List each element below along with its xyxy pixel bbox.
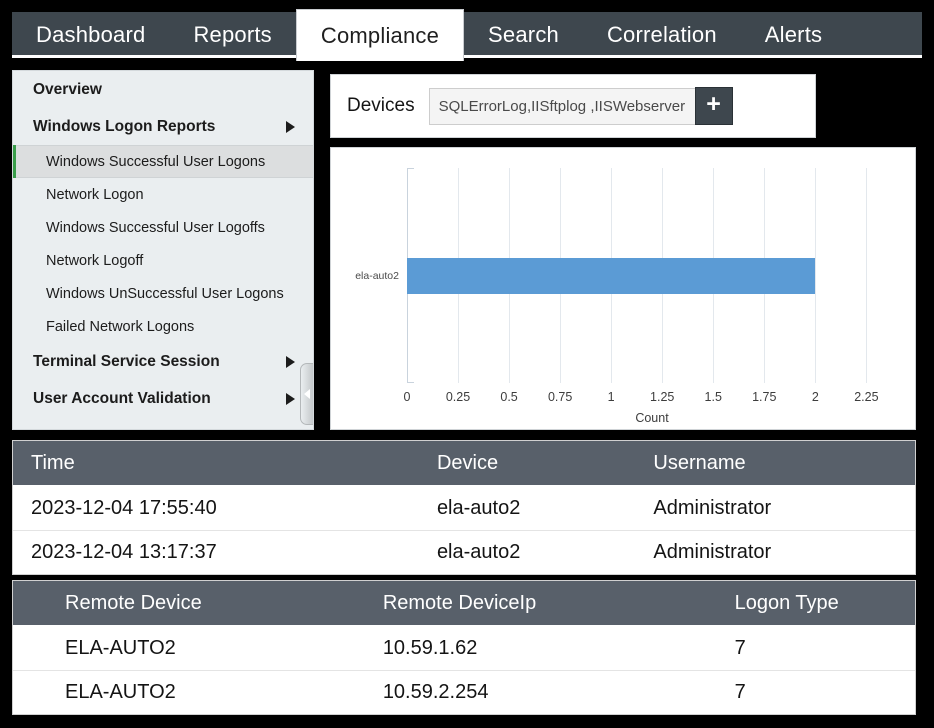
- tab-alerts[interactable]: Alerts: [741, 12, 846, 58]
- chart-gridline: [866, 168, 868, 383]
- chart-x-tick-label: 1: [607, 390, 615, 404]
- cell-time: 2023-12-04 13:17:37: [13, 530, 437, 574]
- chevron-right-icon: [286, 120, 295, 133]
- chart-x-tick-label: 0: [403, 390, 411, 404]
- remote-device-table-panel: Remote Device Remote DeviceIp Logon Type…: [12, 580, 916, 715]
- sidebar-item-label: Windows UnSuccessful User Logons: [46, 285, 284, 302]
- add-device-button[interactable]: +: [694, 87, 733, 125]
- column-header-device[interactable]: Device: [436, 441, 654, 487]
- chart-x-tick-label: 1.75: [752, 390, 777, 404]
- tab-reports[interactable]: Reports: [169, 12, 295, 58]
- cell-username: Administrator: [653, 530, 915, 574]
- sidebar-item-network-logon[interactable]: Network Logon: [13, 178, 313, 211]
- column-header-remote-deviceip[interactable]: Remote DeviceIp: [382, 581, 735, 627]
- chevron-right-icon: [286, 392, 295, 405]
- column-header-logon-type[interactable]: Logon Type: [734, 581, 915, 627]
- chart-x-tick-label: 2.25: [854, 390, 879, 404]
- chart-x-tick-label: 2: [811, 390, 819, 404]
- cell-logon-type: 7: [734, 670, 915, 714]
- table-row[interactable]: 2023-12-04 17:55:40 ela-auto2 Administra…: [13, 486, 915, 531]
- tab-dashboard[interactable]: Dashboard: [12, 12, 169, 58]
- devices-filter-panel: Devices +: [330, 74, 816, 138]
- sidebar-item-network-logoff[interactable]: Network Logoff: [13, 244, 313, 277]
- cell-remote-deviceip: 10.59.1.62: [382, 626, 735, 671]
- sidebar-item-overview[interactable]: Overview: [13, 71, 313, 108]
- logon-events-table: Time Device Username 2023-12-04 17:55:40…: [13, 441, 915, 574]
- cell-remote-device: ELA-AUTO2: [13, 626, 383, 671]
- table-body: 2023-12-04 17:55:40 ela-auto2 Administra…: [13, 486, 915, 574]
- devices-label: Devices: [347, 95, 415, 116]
- column-header-remote-device[interactable]: Remote Device: [13, 581, 383, 627]
- remote-device-table: Remote Device Remote DeviceIp Logon Type…: [13, 581, 915, 714]
- chart-category-label: ela-auto2: [355, 269, 399, 282]
- tab-compliance[interactable]: Compliance: [295, 9, 465, 61]
- table-body: ELA-AUTO2 10.59.1.62 7 ELA-AUTO2 10.59.2…: [13, 626, 915, 714]
- sidebar-collapse-handle[interactable]: [300, 363, 313, 425]
- report-navigation-sidebar: Overview Windows Logon Reports Windows S…: [12, 70, 314, 430]
- sidebar-item-failed-network-logons[interactable]: Failed Network Logons: [13, 310, 313, 343]
- sidebar-item-terminal-service-session[interactable]: Terminal Service Session: [13, 343, 313, 380]
- sidebar-item-label: User Account Validation: [33, 389, 211, 407]
- sidebar-item-label: Overview: [33, 80, 102, 98]
- tab-correlation[interactable]: Correlation: [583, 12, 741, 58]
- sidebar-item-label: Terminal Service Session: [33, 352, 220, 370]
- cell-device: ela-auto2: [436, 486, 654, 531]
- sidebar-item-label: Windows Successful User Logoffs: [46, 219, 265, 236]
- cell-time: 2023-12-04 17:55:40: [13, 486, 437, 531]
- chart-gridline: [815, 168, 817, 383]
- table-header: Time Device Username: [13, 441, 915, 487]
- chart-x-tick-label: 1.5: [704, 390, 722, 404]
- sidebar-item-label: Network Logoff: [46, 252, 144, 269]
- chevron-left-icon: [304, 389, 310, 399]
- chart-x-axis-title: Count: [635, 411, 669, 425]
- cell-remote-device: ELA-AUTO2: [13, 670, 383, 714]
- table-row[interactable]: ELA-AUTO2 10.59.1.62 7: [13, 626, 915, 671]
- sidebar-item-label: Network Logon: [46, 186, 144, 203]
- sidebar-item-user-account-validation[interactable]: User Account Validation: [13, 380, 313, 417]
- logon-events-table-panel: Time Device Username 2023-12-04 17:55:40…: [12, 440, 916, 575]
- table-row[interactable]: 2023-12-04 13:17:37 ela-auto2 Administra…: [13, 530, 915, 574]
- column-header-time[interactable]: Time: [13, 441, 437, 487]
- table-header: Remote Device Remote DeviceIp Logon Type: [13, 581, 915, 627]
- table-row[interactable]: ELA-AUTO2 10.59.2.254 7: [13, 670, 915, 714]
- chart-x-tick-label: 0.75: [547, 390, 573, 404]
- chart-x-tick-label: 0.5: [500, 390, 518, 404]
- chart-canvas: ela-auto2 0 0.25 0.5 0.75 1 1.25 1.5 1.75 2 2.25 …: [331, 148, 915, 429]
- cell-logon-type: 7: [734, 626, 915, 671]
- sidebar-item-label: Failed Network Logons: [46, 318, 195, 335]
- cell-device: ela-auto2: [436, 530, 654, 574]
- devices-input[interactable]: [428, 87, 695, 125]
- column-header-username[interactable]: Username: [653, 441, 915, 487]
- chart-plot-area: ela-auto2 0 0.25 0.5 0.75 1 1.25 1.5 1.75 2 2.25 …: [355, 168, 897, 425]
- sidebar-item-windows-successful-user-logons[interactable]: Windows Successful User Logons: [13, 145, 313, 178]
- sidebar-item-windows-logon-reports[interactable]: Windows Logon Reports: [13, 108, 313, 145]
- chart-bar[interactable]: [407, 257, 816, 294]
- table-header-row: Remote Device Remote DeviceIp Logon Type: [13, 581, 915, 627]
- application-window: Dashboard Reports Compliance Search Corr…: [0, 0, 934, 728]
- cell-remote-deviceip: 10.59.2.254: [382, 670, 735, 714]
- logon-count-chart-panel: ela-auto2 0 0.25 0.5 0.75 1 1.25 1.5 1.75 2 2.25 …: [330, 147, 916, 430]
- tab-search[interactable]: Search: [464, 12, 583, 58]
- chevron-right-icon: [286, 355, 295, 368]
- chart-x-tick-label: 0.25: [445, 390, 471, 404]
- sidebar-item-label: Windows Successful User Logons: [46, 153, 266, 170]
- sidebar-item-windows-successful-user-logoffs[interactable]: Windows Successful User Logoffs: [13, 211, 313, 244]
- main-tab-bar: Dashboard Reports Compliance Search Corr…: [12, 9, 922, 61]
- cell-username: Administrator: [653, 486, 915, 531]
- sidebar-item-label: Windows Logon Reports: [33, 117, 216, 135]
- table-header-row: Time Device Username: [13, 441, 915, 487]
- chart-x-tick-label: 1.25: [650, 390, 675, 404]
- sidebar-item-windows-unsuccessful-user-logons[interactable]: Windows UnSuccessful User Logons: [13, 277, 313, 310]
